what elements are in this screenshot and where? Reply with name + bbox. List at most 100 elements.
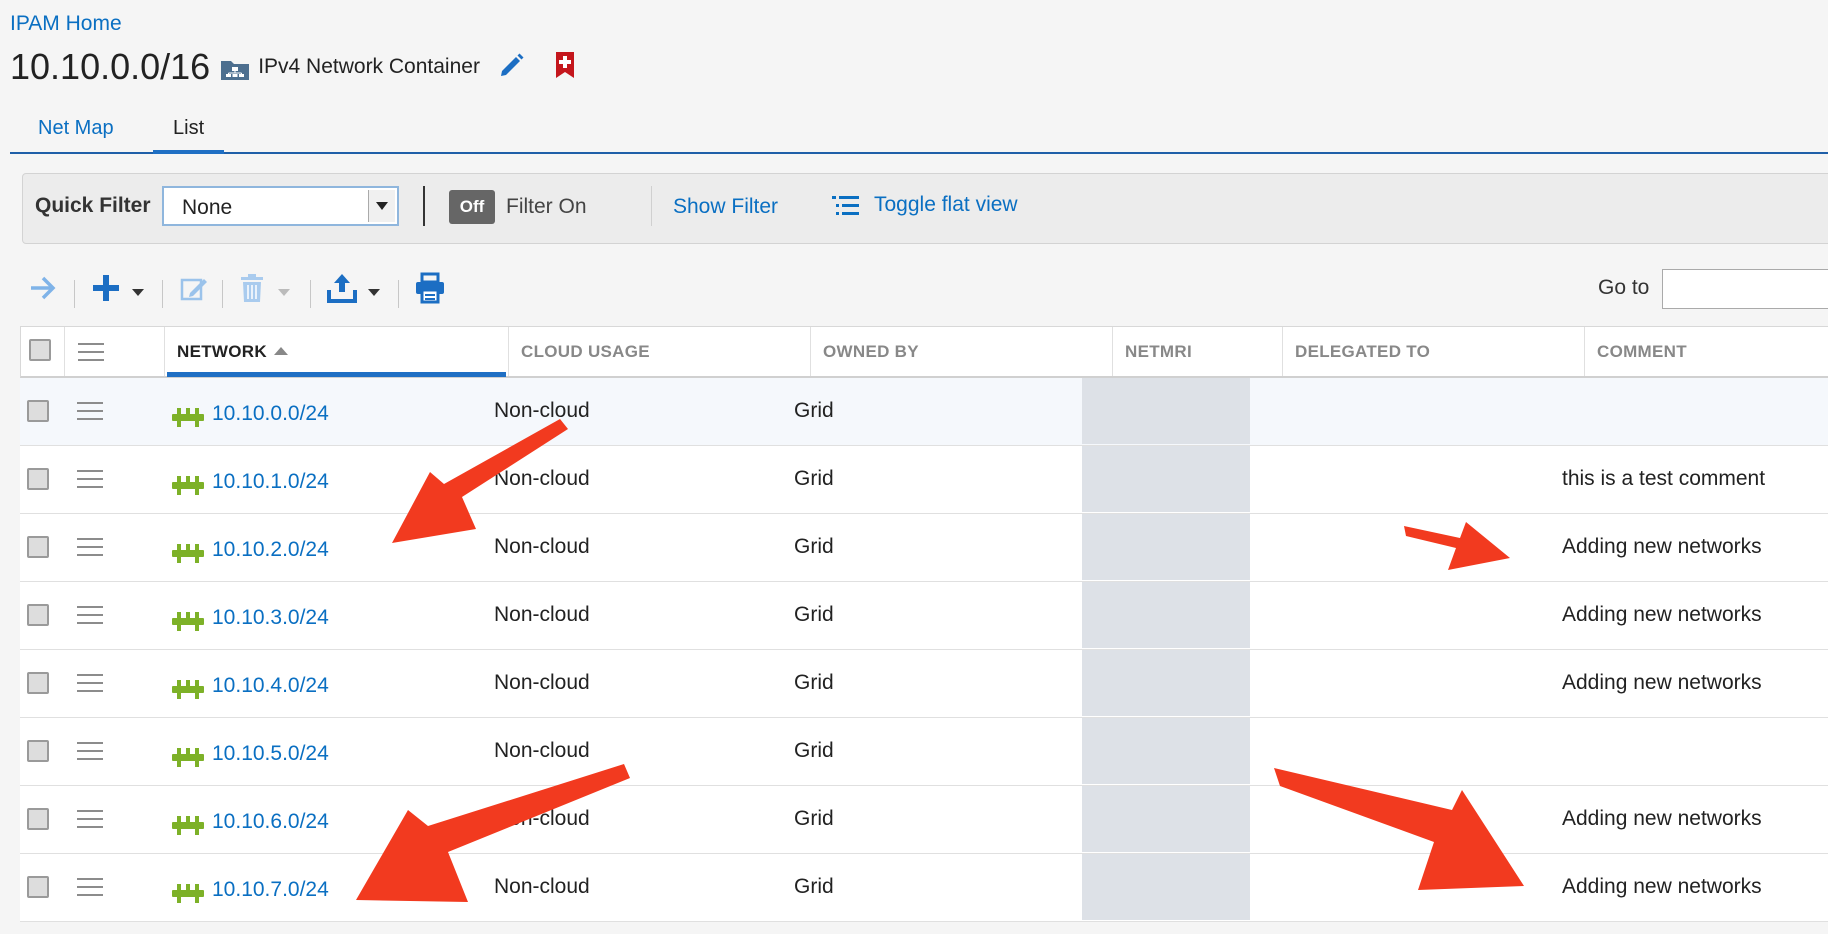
netmri-cell (1082, 718, 1250, 784)
netmri-cell (1082, 378, 1250, 444)
row-checkbox[interactable] (27, 536, 49, 558)
column-header-cloud-usage[interactable]: CLOUD USAGE (509, 327, 811, 376)
network-link[interactable]: 10.10.3.0/24 (212, 606, 329, 630)
column-header-owned-by-label: OWNED BY (823, 342, 919, 361)
column-header-comment-label: COMMENT (1597, 342, 1687, 361)
chevron-down-icon[interactable] (368, 190, 395, 222)
sort-indicator-bar (167, 372, 506, 377)
column-header-network-label: NETWORK (177, 342, 267, 361)
row-checkbox[interactable] (27, 604, 49, 626)
network-icon (172, 406, 204, 433)
arrow-right-icon[interactable] (28, 272, 60, 309)
table-row[interactable]: 10.10.1.0/24 Non-cloud Grid this is a te… (20, 446, 1828, 514)
row-checkbox[interactable] (27, 876, 49, 898)
row-menu-icon[interactable] (77, 538, 103, 562)
cloud-usage-cell: Non-cloud (494, 603, 590, 626)
export-upload-icon[interactable] (326, 272, 358, 309)
trash-icon[interactable] (238, 272, 266, 309)
row-menu-icon[interactable] (77, 470, 103, 494)
cloud-usage-cell: Non-cloud (494, 739, 590, 762)
comment-cell: this is a test comment (1562, 467, 1766, 490)
row-checkbox[interactable] (27, 808, 49, 830)
chevron-down-icon[interactable] (368, 289, 380, 296)
owned-by-cell: Grid (794, 399, 834, 422)
row-checkbox[interactable] (27, 672, 49, 694)
breadcrumb-ipam-home[interactable]: IPAM Home (10, 12, 122, 36)
bookmark-add-icon[interactable] (554, 51, 576, 84)
comment-cell: Adding new networks (1562, 535, 1762, 558)
row-menu-icon[interactable] (77, 742, 103, 766)
network-link[interactable]: 10.10.6.0/24 (212, 810, 329, 834)
pencil-edit-icon[interactable] (498, 51, 526, 84)
cloud-usage-cell: Non-cloud (494, 875, 590, 898)
table-row[interactable]: 10.10.3.0/24 Non-cloud Grid Adding new n… (20, 582, 1828, 650)
row-checkbox[interactable] (27, 468, 49, 490)
network-link[interactable]: 10.10.1.0/24 (212, 470, 329, 494)
owned-by-cell: Grid (794, 807, 834, 830)
page-title: 10.10.0.0/16 (10, 46, 211, 87)
netmri-cell (1082, 446, 1250, 512)
comment-cell: Adding new networks (1562, 807, 1762, 830)
network-link[interactable]: 10.10.2.0/24 (212, 538, 329, 562)
network-link[interactable]: 10.10.7.0/24 (212, 878, 329, 902)
column-header-owned-by[interactable]: OWNED BY (811, 327, 1113, 376)
row-checkbox[interactable] (27, 400, 49, 422)
divider (74, 280, 75, 308)
edit-icon[interactable] (178, 272, 210, 309)
table-row[interactable]: 10.10.6.0/24 Non-cloud Grid Adding new n… (20, 786, 1828, 854)
quick-filter-select[interactable]: None (162, 186, 399, 226)
flat-view-list-icon[interactable] (831, 194, 861, 223)
column-header-network[interactable]: NETWORK (165, 327, 509, 377)
row-checkbox[interactable] (27, 740, 49, 762)
row-menu-icon[interactable] (77, 878, 103, 902)
print-icon[interactable] (414, 272, 446, 309)
divider (310, 280, 311, 308)
cloud-usage-cell: Non-cloud (494, 467, 590, 490)
owned-by-cell: Grid (794, 603, 834, 626)
page-header: 10.10.0.0/16 IPv4 Network Container (10, 46, 576, 88)
owned-by-cell: Grid (794, 739, 834, 762)
toggle-flat-view-link[interactable]: Toggle flat view (874, 193, 1018, 217)
network-table: NETWORK CLOUD USAGE OWNED BY NETMRI DELE… (20, 326, 1828, 922)
filter-toggle[interactable]: Off (449, 190, 495, 224)
network-icon (172, 678, 204, 705)
header-menu-cell (65, 327, 165, 376)
goto-input[interactable] (1662, 269, 1828, 309)
show-filter-link[interactable]: Show Filter (673, 195, 778, 219)
quick-filter-label: Quick Filter (35, 194, 151, 217)
table-row[interactable]: 10.10.4.0/24 Non-cloud Grid Adding new n… (20, 650, 1828, 718)
chevron-down-icon[interactable] (278, 289, 290, 296)
plus-icon[interactable] (90, 272, 122, 309)
netmri-cell (1082, 582, 1250, 648)
column-header-delegated-to-label: DELEGATED TO (1295, 342, 1431, 361)
row-menu-icon[interactable] (77, 674, 103, 698)
owned-by-cell: Grid (794, 671, 834, 694)
divider (651, 186, 652, 226)
table-row[interactable]: 10.10.7.0/24 Non-cloud Grid Adding new n… (20, 854, 1828, 922)
row-menu-icon[interactable] (77, 402, 103, 426)
tab-net-map[interactable]: Net Map (18, 112, 134, 150)
table-row[interactable]: 10.10.5.0/24 Non-cloud Grid (20, 718, 1828, 786)
filter-on-label: Filter On (506, 195, 587, 218)
divider (162, 280, 163, 308)
network-link[interactable]: 10.10.5.0/24 (212, 742, 329, 766)
chevron-down-icon[interactable] (132, 289, 144, 296)
table-row[interactable]: 10.10.2.0/24 Non-cloud Grid Adding new n… (20, 514, 1828, 582)
column-header-delegated-to[interactable]: DELEGATED TO (1283, 327, 1585, 376)
cloud-usage-cell: Non-cloud (494, 671, 590, 694)
sort-ascending-icon (273, 347, 288, 355)
network-icon (172, 610, 204, 637)
network-link[interactable]: 10.10.0.0/24 (212, 402, 329, 426)
row-menu-icon[interactable] (77, 810, 103, 834)
cloud-usage-cell: Non-cloud (494, 399, 590, 422)
table-row[interactable]: 10.10.0.0/24 Non-cloud Grid (20, 378, 1828, 446)
cloud-usage-cell: Non-cloud (494, 535, 590, 558)
netmri-cell (1082, 786, 1250, 852)
column-header-comment[interactable]: COMMENT (1585, 327, 1828, 376)
column-header-netmri[interactable]: NETMRI (1113, 327, 1283, 376)
network-link[interactable]: 10.10.4.0/24 (212, 674, 329, 698)
row-menu-icon[interactable] (77, 606, 103, 630)
tab-bar: Net Map List (10, 108, 1828, 154)
tab-list[interactable]: List (153, 112, 225, 154)
network-icon (172, 814, 204, 841)
